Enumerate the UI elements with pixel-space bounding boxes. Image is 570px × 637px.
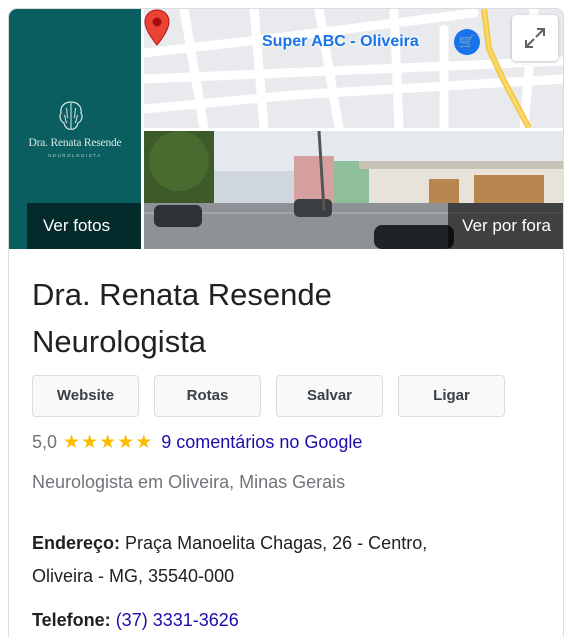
routes-button[interactable]: Rotas	[154, 375, 261, 417]
business-category: Neurologista em Oliveira, Minas Gerais	[32, 472, 346, 492]
address-section: Endereço: Praça Manoelita Chagas, 26 - C…	[32, 527, 532, 593]
rating-stars: ★ ★ ★ ★ ★	[63, 431, 153, 453]
star-icon: ★	[117, 431, 135, 453]
shopping-cart-icon[interactable]: 🛒	[454, 29, 480, 55]
reviews-link[interactable]: 9 comentários no Google	[161, 432, 362, 453]
expand-icon	[525, 28, 545, 48]
address-label: Endereço:	[32, 533, 121, 553]
phone-label: Telefone:	[32, 610, 111, 630]
location-pin-icon	[144, 9, 170, 46]
logo-name: Dra. Renata Resende	[28, 137, 122, 149]
star-icon: ★	[81, 431, 99, 453]
photos-tile[interactable]: Dra. Renata Resende NEUROLOGISTA Ver fot…	[9, 9, 141, 249]
see-photos-label: Ver fotos	[27, 203, 141, 249]
rating-value: 5,0	[32, 432, 58, 452]
see-outside-label: Ver por fora	[448, 203, 563, 249]
address-line2: Oliveira - MG, 35540-000	[32, 566, 235, 586]
website-button[interactable]: Website	[32, 375, 139, 417]
brain-logo-icon	[59, 101, 83, 130]
star-icon: ★	[135, 431, 153, 453]
star-icon: ★	[63, 431, 81, 453]
map-roads	[144, 9, 563, 128]
map-tile[interactable]: Super ABC - Oliveira 🛒	[144, 9, 563, 128]
street-view-tile[interactable]: Ver por fora	[144, 131, 563, 249]
save-button[interactable]: Salvar	[276, 375, 383, 417]
star-icon: ★	[99, 431, 117, 453]
phone-link[interactable]: (37) 3331-3626	[116, 610, 239, 630]
call-button[interactable]: Ligar	[398, 375, 505, 417]
map-place-label[interactable]: Super ABC - Oliveira	[262, 33, 419, 51]
business-name: Dra. Renata Resende	[32, 277, 332, 312]
business-title: Dra. Renata Resende Neurologista	[32, 271, 532, 365]
rating-row: 5,0 ★ ★ ★ ★ ★ 9 comentários no Google	[32, 432, 362, 453]
expand-map-button[interactable]	[512, 15, 558, 61]
address-line1: Praça Manoelita Chagas, 26 - Centro,	[125, 533, 428, 553]
action-buttons: Website Rotas Salvar Ligar	[32, 375, 505, 417]
phone-section: Telefone: (37) 3331-3626	[32, 604, 532, 637]
knowledge-panel: Dra. Renata Resende NEUROLOGISTA Ver fot…	[8, 8, 564, 637]
logo-subtitle: NEUROLOGISTA	[48, 153, 102, 158]
business-type: Neurologista	[32, 324, 207, 359]
